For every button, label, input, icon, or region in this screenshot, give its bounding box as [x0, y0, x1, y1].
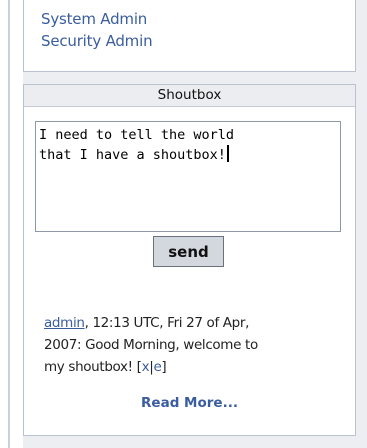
closing-bracket: ]: [161, 359, 167, 375]
shout-message-line: admin, 12:13 UTC, Fri 27 of Apr,: [44, 312, 346, 334]
security-admin-link[interactable]: Security Admin: [41, 32, 153, 50]
shout-message: admin, 12:13 UTC, Fri 27 of Apr, 2007: G…: [44, 312, 346, 378]
text-caret: [226, 145, 229, 162]
left-border-rule: [8, 0, 10, 448]
read-more-link[interactable]: Read More...: [24, 395, 355, 411]
shoutbox-title: Shoutbox: [24, 85, 355, 107]
shoutbox-input-line: that I have a shoutbox!: [39, 147, 226, 163]
send-button[interactable]: send: [153, 236, 224, 267]
shout-timestamp: , 12:13 UTC, Fri 27 of Apr,: [84, 315, 250, 331]
system-admin-link[interactable]: System Admin: [41, 10, 147, 28]
sidebar-column: System Admin Security Admin Shoutbox I n…: [23, 0, 367, 448]
page: System Admin Security Admin Shoutbox I n…: [0, 0, 367, 448]
admin-menu-box: System Admin Security Admin: [23, 0, 356, 72]
shout-message-line: my shoutbox! [x|e]: [44, 356, 346, 378]
shout-author-link[interactable]: admin: [44, 315, 85, 331]
shoutbox-panel: Shoutbox I need to tell the world that I…: [23, 84, 356, 436]
shoutbox-textarea[interactable]: I need to tell the world that I have a s…: [35, 121, 341, 232]
shoutbox-input-line: I need to tell the world: [39, 127, 235, 143]
shout-message-text: my shoutbox! [: [44, 359, 142, 375]
shout-message-line: 2007: Good Morning, welcome to: [44, 337, 258, 353]
